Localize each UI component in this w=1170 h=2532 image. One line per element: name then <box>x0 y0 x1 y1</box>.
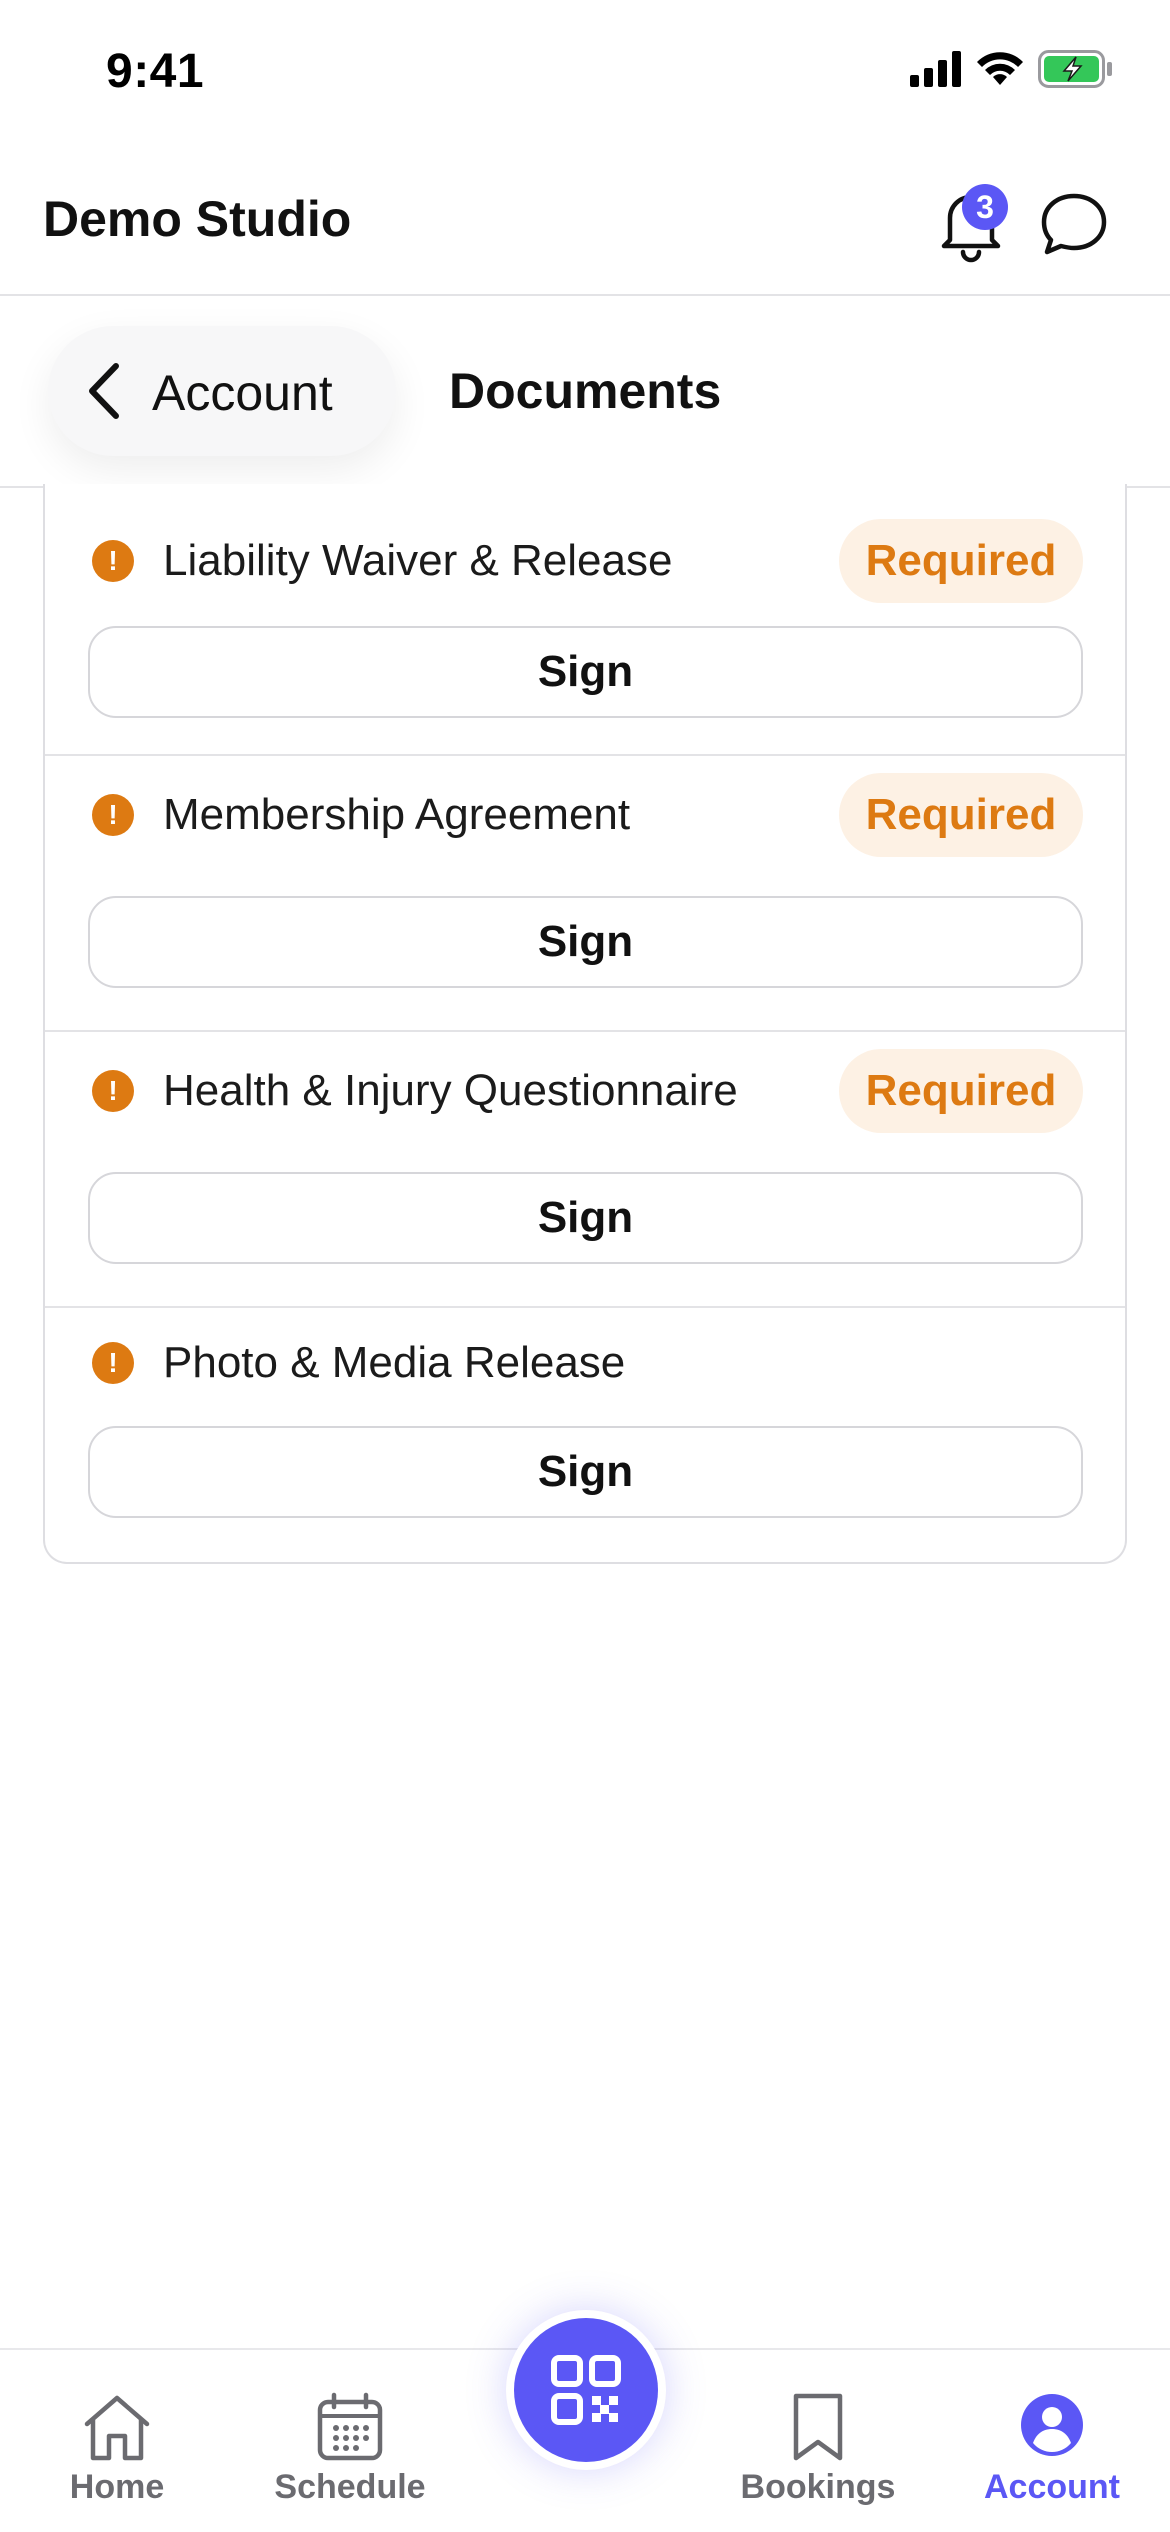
document-row: ! Liability Waiver & Release Required Si… <box>45 484 1125 756</box>
tab-label: Account <box>984 2468 1120 2506</box>
required-badge: Required <box>839 1049 1083 1133</box>
document-row: ! Health & Injury Questionnaire Required… <box>45 1032 1125 1308</box>
calendar-icon <box>317 2392 383 2461</box>
status-time: 9:41 <box>106 45 205 98</box>
document-row: ! Photo & Media Release Sign <box>45 1308 1125 1562</box>
warning-icon: ! <box>92 1070 134 1112</box>
wifi-icon <box>977 52 1023 85</box>
battery-charging-icon <box>1038 50 1112 88</box>
warning-icon: ! <box>92 540 134 582</box>
sign-button[interactable]: Sign <box>88 1172 1083 1264</box>
notifications-button[interactable]: 3 <box>936 180 1008 264</box>
app-title: Demo Studio <box>43 191 352 247</box>
qr-button-fill <box>514 2318 658 2462</box>
required-badge: Required <box>839 519 1083 603</box>
warning-icon: ! <box>92 1342 134 1384</box>
page-title: Documents <box>449 363 722 419</box>
document-name: Health & Injury Questionnaire <box>163 1066 738 1115</box>
warning-icon: ! <box>92 794 134 836</box>
sign-button[interactable]: Sign <box>88 896 1083 988</box>
tab-label: Schedule <box>274 2468 426 2506</box>
notification-count-badge: 3 <box>962 184 1008 230</box>
sub-header: Account Documents <box>0 298 1170 488</box>
status-icons <box>910 50 1114 88</box>
house-icon <box>84 2395 150 2461</box>
messages-button[interactable] <box>1038 188 1110 260</box>
required-badge: Required <box>839 773 1083 857</box>
qr-code-button[interactable] <box>506 2310 666 2470</box>
person-icon <box>1021 2394 1083 2456</box>
cellular-signal-icon <box>910 51 961 87</box>
tab-home[interactable]: Home <box>27 2350 207 2532</box>
app-header: Demo Studio 3 <box>0 150 1170 296</box>
document-row: ! Membership Agreement Required Sign <box>45 756 1125 1032</box>
status-bar: 9:41 <box>0 0 1170 150</box>
tab-label: Bookings <box>740 2468 896 2506</box>
sign-button[interactable]: Sign <box>88 1426 1083 1518</box>
tab-bookings[interactable]: Bookings <box>728 2350 908 2532</box>
back-button[interactable]: Account <box>48 326 396 456</box>
document-name: Membership Agreement <box>163 790 631 839</box>
bookmark-icon <box>793 2393 843 2461</box>
tab-account[interactable]: Account <box>962 2350 1142 2532</box>
chevron-left-icon <box>89 363 119 419</box>
document-name: Photo & Media Release <box>163 1338 626 1387</box>
tab-label: Home <box>69 2468 165 2506</box>
documents-card: ! Liability Waiver & Release Required Si… <box>43 484 1127 1564</box>
qr-code-icon <box>551 2355 621 2425</box>
back-button-label: Account <box>152 365 333 421</box>
chat-bubble-icon <box>1041 193 1107 255</box>
sign-button[interactable]: Sign <box>88 626 1083 718</box>
tab-schedule[interactable]: Schedule <box>260 2350 440 2532</box>
document-name: Liability Waiver & Release <box>163 536 673 585</box>
